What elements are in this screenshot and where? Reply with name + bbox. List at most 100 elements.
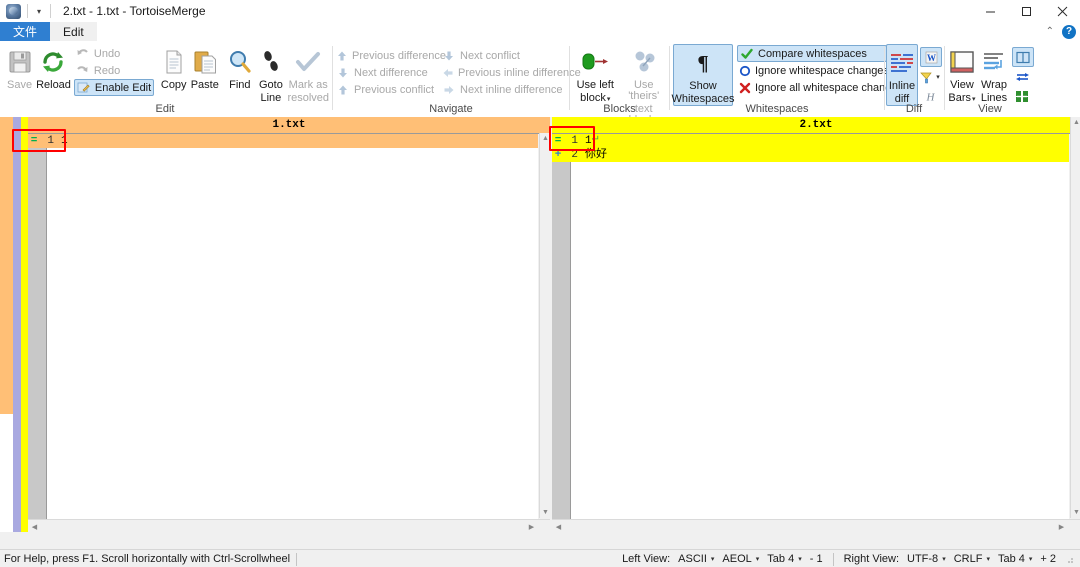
two-pane-view-icon[interactable] (1012, 47, 1034, 67)
inline-diff-button[interactable]: Inline diff (886, 44, 918, 106)
right-vertical-scrollbar[interactable]: ▲ ▼ (1070, 117, 1080, 518)
next-inline-difference-button[interactable]: Next inline difference (440, 81, 566, 98)
arrow-left-icon (442, 66, 454, 80)
table-row[interactable]: = 1 1 (28, 134, 538, 148)
blue-circle-icon (739, 64, 751, 78)
view-bars-icon (949, 46, 975, 78)
inline-diff-icon (889, 47, 915, 79)
right-view-label: Right View: (843, 553, 900, 565)
inline-diff-label-1: Inline (888, 80, 916, 92)
right-horizontal-scrollbar[interactable]: ◀ ▶ (552, 519, 1080, 533)
left-view-tab[interactable]: Tab 4 ▾ (763, 553, 805, 565)
wrap-lines-button[interactable]: Wrap Lines (978, 44, 1010, 104)
scroll-up-icon[interactable]: ▲ (1071, 117, 1080, 128)
scroll-left-icon[interactable]: ◀ (28, 520, 41, 533)
help-button[interactable]: ? (1062, 24, 1076, 39)
menu-item-edit[interactable]: Edit (50, 22, 97, 41)
ribbon-group-edit: Save Reload Undo Redo Enable Edit Copy P… (0, 41, 330, 117)
arrow-up-icon (336, 49, 348, 63)
mark-as-resolved-button[interactable]: Mark as resolved (286, 44, 330, 104)
use-left-block-button[interactable]: Use left block▾ (571, 44, 620, 105)
view-bars-label-1: View (950, 79, 974, 91)
chevron-up-icon[interactable]: ⌃ (1046, 26, 1054, 37)
resize-grip-icon[interactable] (1064, 554, 1074, 564)
copy-label: Copy (160, 79, 187, 91)
swap-views-icon[interactable] (1012, 68, 1032, 86)
undo-icon (76, 47, 90, 61)
scroll-right-icon[interactable]: ▶ (525, 520, 538, 533)
left-view-encoding[interactable]: ASCII ▾ (674, 553, 718, 565)
left-view-label: Left View: (622, 553, 671, 565)
chevron-down-icon-left-eol[interactable]: ▾ (756, 555, 760, 563)
locator-bar[interactable] (0, 117, 28, 532)
find-label: Find (229, 79, 251, 91)
diff-panes: 1.txt = 1 1 ▲ ▼ ◀ ▶ 2.txt = 1 1 ↵ + 2 你好… (0, 117, 1080, 549)
minimize-button[interactable] (972, 0, 1008, 22)
highlighter-icon[interactable]: ▾ (920, 68, 940, 86)
svg-text:H: H (925, 91, 935, 103)
red-cross-icon (739, 81, 751, 95)
previous-difference-button[interactable]: Previous difference (334, 47, 446, 64)
goto-line-button[interactable]: Goto Line (255, 44, 286, 104)
compare-whitespaces-label: Compare whitespaces (758, 47, 867, 60)
scroll-down-icon[interactable]: ▼ (540, 507, 551, 518)
right-view-eol[interactable]: CRLF ▾ (950, 553, 994, 565)
left-pane-body[interactable]: = 1 1 (28, 134, 538, 533)
scroll-down-icon[interactable]: ▼ (1071, 507, 1080, 518)
find-button[interactable]: Find (224, 44, 255, 91)
line-sign: = (554, 135, 562, 147)
ignore-whitespace-changes-button[interactable]: Ignore whitespace changes (737, 62, 889, 79)
view-bars-button[interactable]: View Bars▾ (946, 44, 978, 105)
chevron-down-icon[interactable]: ▾ (33, 7, 45, 16)
save-label: Save (6, 79, 33, 91)
scroll-up-icon[interactable]: ▲ (540, 133, 551, 144)
chevron-down-icon-right-eol[interactable]: ▾ (986, 555, 990, 563)
previous-conflict-button[interactable]: Previous conflict (334, 81, 440, 98)
right-pane-body[interactable]: = 1 1 ↵ + 2 你好 (552, 134, 1069, 533)
ribbon-group-whitespaces: ¶ Show Whitespaces Compare whitespaces I… (671, 41, 903, 117)
close-button[interactable] (1044, 0, 1080, 22)
scroll-left-icon[interactable]: ◀ (552, 520, 565, 533)
group-separator-1 (332, 46, 333, 110)
left-horizontal-scrollbar[interactable]: ◀ ▶ (28, 519, 550, 533)
show-whitespaces-button[interactable]: ¶ Show Whitespaces (672, 44, 735, 106)
status-separator-2 (832, 552, 834, 566)
save-button[interactable]: Save (4, 44, 35, 91)
locator-yellow-bar (21, 117, 28, 532)
goto-line-label-1: Goto (258, 79, 283, 91)
reload-button[interactable]: Reload (35, 44, 72, 91)
show-whitespace-w-icon[interactable]: W (920, 47, 942, 67)
window-controls (972, 0, 1080, 22)
right-view-tab[interactable]: Tab 4 ▾ (994, 553, 1036, 565)
line-number: 1 (47, 135, 54, 147)
use-left-block-icon (580, 46, 610, 78)
title-bar: ▾ 2.txt - 1.txt - TortoiseMerge (0, 0, 1080, 22)
status-separator-1 (296, 552, 298, 566)
ignore-all-whitespace-changes-button[interactable]: Ignore all whitespace changes (737, 79, 903, 96)
next-conflict-button[interactable]: Next conflict (440, 47, 566, 64)
left-vertical-scrollbar[interactable]: ▲ ▼ (539, 133, 551, 518)
table-row[interactable]: = 1 1 ↵ (552, 134, 1069, 148)
compare-whitespaces-button[interactable]: Compare whitespaces (737, 45, 887, 62)
previous-inline-difference-button[interactable]: Previous inline difference (440, 64, 581, 81)
table-row[interactable]: + 2 你好 (552, 148, 1069, 162)
previous-inline-difference-label: Previous inline difference (458, 66, 581, 79)
chevron-down-icon-right-tab[interactable]: ▾ (1029, 555, 1033, 563)
paste-button[interactable]: Paste (189, 44, 220, 91)
left-view-eol[interactable]: AEOL ▾ (718, 553, 763, 565)
next-difference-button[interactable]: Next difference (334, 64, 440, 81)
maximize-button[interactable] (1008, 0, 1044, 22)
chevron-down-icon-highlighter[interactable]: ▾ (936, 73, 940, 81)
line-text: 1 (585, 135, 592, 147)
chevron-down-icon-left-tab[interactable]: ▾ (798, 555, 802, 563)
chevron-down-icon-left-encoding[interactable]: ▾ (711, 555, 715, 563)
copy-button[interactable]: Copy (158, 44, 189, 91)
scroll-right-icon[interactable]: ▶ (1055, 520, 1068, 533)
menu-item-file[interactable]: 文件 (0, 22, 51, 41)
chevron-down-icon-right-encoding[interactable]: ▾ (942, 555, 946, 563)
use-theirs-block-icon (629, 46, 659, 78)
enable-edit-button[interactable]: Enable Edit (73, 79, 155, 96)
redo-button[interactable]: Redo (74, 62, 154, 79)
undo-button[interactable]: Undo (74, 45, 154, 62)
right-view-encoding[interactable]: UTF-8 ▾ (903, 553, 950, 565)
